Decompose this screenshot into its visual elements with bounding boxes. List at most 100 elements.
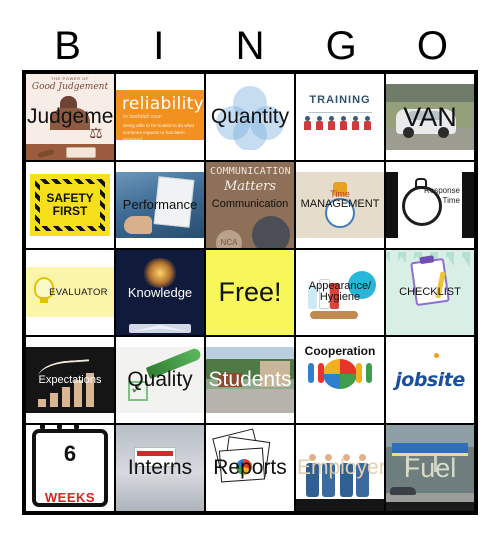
bingo-cell-n2[interactable]: COMMUNICATION Matters NCA Communication [205,160,295,249]
bingo-cell-o2[interactable]: Response Time [385,160,475,249]
walkway-region [206,389,294,414]
bingo-cell-o3[interactable]: CHECKLIST [385,248,475,337]
bingo-cell-i3[interactable]: Knowledge [115,248,205,337]
cell-label-communication: Communication [211,197,289,210]
bingo-cell-i1[interactable]: reliability /rɪˈlaɪəbɪlɪti/ noun Being a… [115,73,205,161]
bingo-cell-g4[interactable]: Cooperation [295,336,385,425]
bar-shape [62,387,70,408]
bingo-cell-b2[interactable]: SAFETY FIRST [25,160,115,249]
bingo-cell-i5[interactable]: Interns [115,424,205,512]
sky-region [386,83,474,102]
header-letter-n: N [235,24,265,68]
bingo-cell-n4[interactable]: Students [205,336,295,425]
bar-shape [50,393,58,408]
bingo-cell-b4[interactable]: Expectations [25,336,115,425]
header-letter-g: G [325,24,357,68]
jobsite-logo: jobsite [386,337,474,424]
book-shape [66,146,96,158]
cell-label-appearance-hygiene: Appearance/ Hygiene [308,279,372,304]
cell-label-response-time: Response Time [423,185,460,205]
bingo-cell-o1[interactable]: VAN [385,73,475,161]
bingo-cell-b1[interactable]: THE POWER OF Good Judgement ⚖ Judgement [25,73,115,161]
bar-shape [38,399,46,408]
bingo-cell-o4[interactable]: jobsite [385,336,475,425]
hairbrush-icon [310,311,358,320]
logo-dot-icon [434,353,440,359]
glow-effect [142,257,178,288]
bingo-grid: THE POWER OF Good Judgement ⚖ Judgement … [22,70,478,515]
cell-label-judgement: Judgement [27,104,114,128]
bingo-cell-i4[interactable]: Quality [115,336,205,425]
car-shape [390,487,416,495]
cell-label-management: MANAGEMENT [300,197,380,210]
safety-first-hazard-sign-image: SAFETY FIRST [26,161,114,248]
bingo-cell-b5[interactable]: 6 WEEKS [25,424,115,512]
person-icon [328,115,335,130]
dark-circle-shape [252,215,290,248]
person-icon [364,115,371,130]
cell-label-evaluator: EVALUATOR [49,286,108,298]
cell-label-performance: Performance [122,196,198,212]
bingo-cell-i2[interactable]: Performance [115,160,205,249]
dark-footer-bar [296,499,384,511]
cell-label-jobsite: jobsite [395,369,465,392]
station-canopy-shape [392,443,468,454]
cell-label-cooperation: Cooperation [304,344,376,359]
header-letter-o: O [416,24,448,68]
reliability-definition-card-image: reliability /rɪˈlaɪəbɪlɪti/ noun Being a… [116,83,204,150]
scales-icon: ⚖ [89,124,103,142]
cell-label-expectations: Expectations [38,373,102,386]
reliability-pronunciation: /rɪˈlaɪəbɪlɪti/ noun [123,113,162,120]
person-icon [366,363,372,384]
bingo-cell-g1[interactable]: TRAINING [295,73,385,161]
person-icon [318,363,324,384]
bingo-cell-n1[interactable]: Quantity [205,73,295,161]
cell-label-students: Students [208,368,292,392]
bingo-card: B I N G O THE POWER OF Good Judgement ⚖ … [0,0,501,544]
nca-logo: NCA [216,229,242,248]
poster-line2: Matters [223,178,277,194]
training-org-chart-image: TRAINING [296,83,384,150]
cell-label-quantity: Quantity [210,104,290,128]
person-icon [356,363,362,384]
person-icon [340,115,347,130]
person-icon [308,363,314,384]
hazard-border-shape: SAFETY FIRST [30,173,110,236]
bingo-cell-free-space[interactable]: Free! [205,248,295,337]
cell-label-six: 6 [63,441,77,467]
cell-label-free: Free! [218,277,282,308]
cell-label-quality: Quality [127,368,193,392]
right-black-bar [462,171,474,238]
cell-label-fuel: Fuel [403,452,457,483]
cell-label-safety-first: SAFETY FIRST [40,183,100,226]
puzzle-circle-icon [323,359,357,390]
poster-script-text: Good Judgement [31,82,109,92]
cell-label-checklist: CHECKLIST [399,285,461,298]
person-icon [316,115,323,130]
cell-label-weeks: WEEKS [44,490,96,505]
header-letter-i: I [153,24,165,68]
reliability-definition: Being able to be trusted to do what some… [123,122,194,142]
poster-top-text: THE POWER OF [50,76,90,81]
dark-footer-bar [386,502,474,511]
bingo-cell-n5[interactable]: Reports [205,424,295,512]
poster-line1: COMMUNICATION [210,165,291,177]
bingo-cell-o5[interactable]: Fuel [385,424,475,512]
chart-connector-line [308,111,372,113]
header-letter-b: B [54,24,81,68]
bingo-cell-b3[interactable]: EVALUATOR [25,248,115,337]
hand-shape [124,215,152,234]
clipboard-icon [410,257,450,306]
bingo-cell-g3[interactable]: Appearance/ Hygiene [295,248,385,337]
cell-label-van: VAN [403,101,457,132]
cell-label-employer: Employer [297,456,385,480]
cell-label-reliability: reliability [122,93,204,114]
six-weeks-calendar-icon: 6 WEEKS [26,425,114,511]
cell-label-reports: Reports [213,456,287,480]
cell-label-interns: Interns [127,456,193,480]
bingo-header-row: B I N G O [22,22,478,70]
bingo-cell-g2[interactable]: Time MANAGEMENT [295,160,385,249]
cell-label-knowledge: Knowledge [127,284,193,300]
left-black-bar [386,171,398,238]
bingo-cell-g5[interactable]: Employer [295,424,385,512]
